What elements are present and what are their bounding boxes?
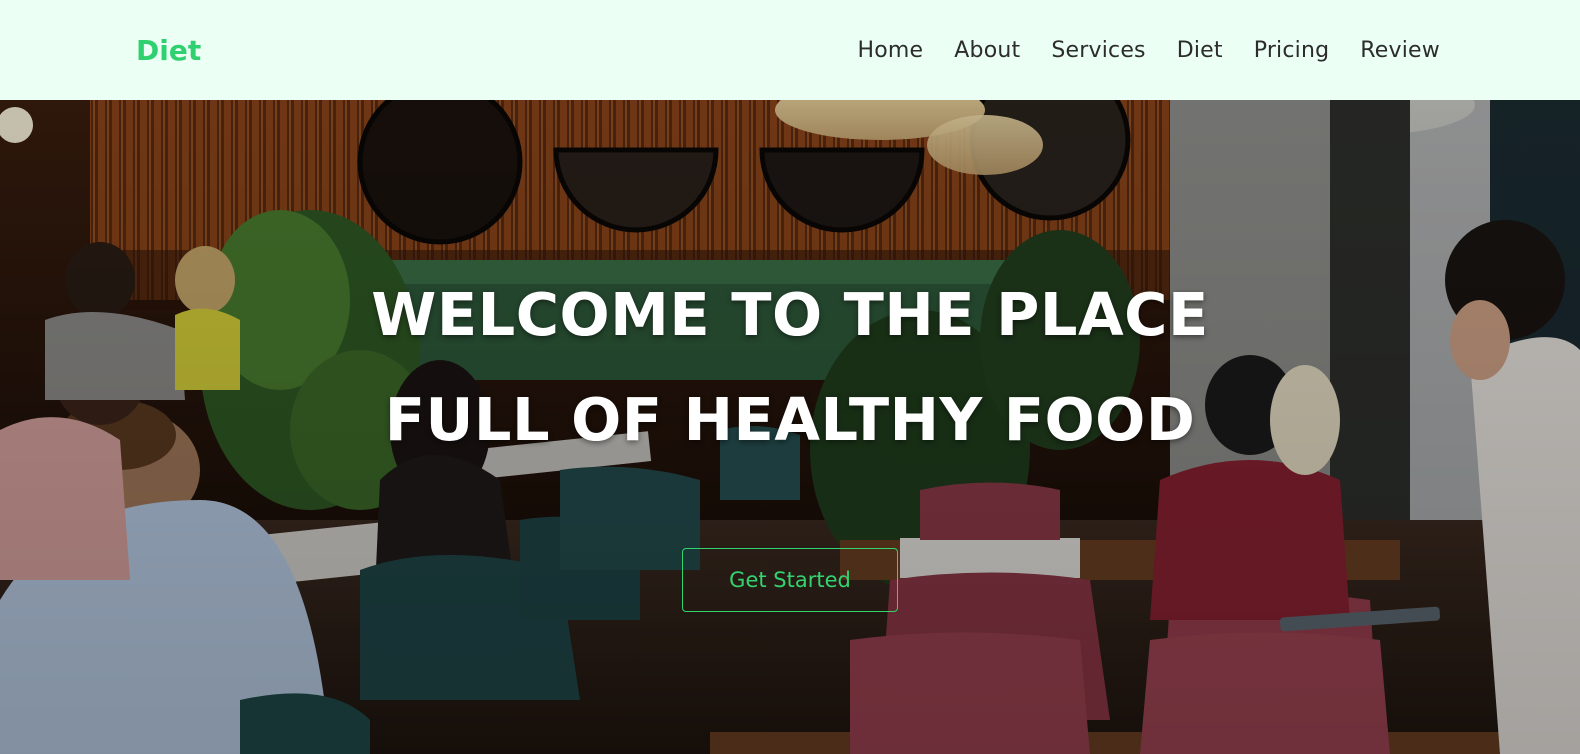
nav-menu: Home About Services Diet Pricing Review: [858, 38, 1440, 63]
hero-content: WELCOME TO THE PLACE FULL OF HEALTHY FOO…: [0, 100, 1580, 754]
hero-title: WELCOME TO THE PLACE FULL OF HEALTHY FOO…: [371, 262, 1209, 472]
nav-link-about[interactable]: About: [954, 38, 1020, 63]
nav-link-services[interactable]: Services: [1051, 38, 1145, 63]
nav-link-home[interactable]: Home: [858, 38, 924, 63]
nav-link-review[interactable]: Review: [1360, 38, 1440, 63]
nav-item-pricing: Pricing: [1254, 38, 1330, 63]
navbar: Diet Home About Services Diet Pricing Re…: [0, 0, 1580, 100]
hero-title-line-2: FULL OF HEALTHY FOOD: [384, 385, 1196, 454]
nav-item-review: Review: [1360, 38, 1440, 63]
nav-link-pricing[interactable]: Pricing: [1254, 38, 1330, 63]
hero-section: WELCOME TO THE PLACE FULL OF HEALTHY FOO…: [0, 100, 1580, 754]
nav-item-about: About: [954, 38, 1020, 63]
get-started-button[interactable]: Get Started: [682, 548, 898, 612]
hero-title-line-1: WELCOME TO THE PLACE: [371, 280, 1209, 349]
nav-item-diet: Diet: [1177, 38, 1223, 63]
brand-logo[interactable]: Diet: [136, 34, 201, 67]
nav-item-services: Services: [1051, 38, 1145, 63]
nav-item-home: Home: [858, 38, 924, 63]
nav-link-diet[interactable]: Diet: [1177, 38, 1223, 63]
